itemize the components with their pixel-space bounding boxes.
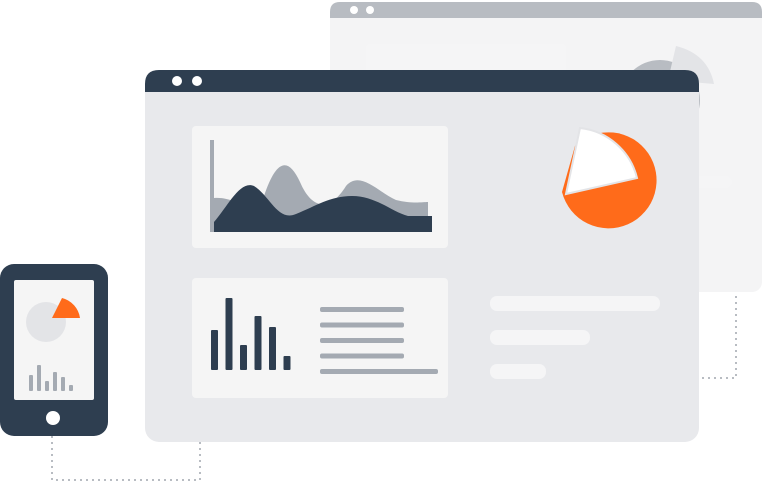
text-line xyxy=(320,353,404,359)
chart-bar xyxy=(225,298,233,370)
back-window-titlebar xyxy=(330,2,762,18)
phone-chart-bar xyxy=(61,377,65,391)
window-control-dots-icon xyxy=(172,76,182,86)
text-line xyxy=(320,338,404,343)
dashboard-illustration xyxy=(0,2,762,481)
text-line xyxy=(320,322,404,328)
phone-chart-bar xyxy=(45,381,49,391)
chart-bar xyxy=(211,330,218,370)
mobile-phone xyxy=(0,264,108,436)
phone-chart-bar xyxy=(29,375,33,391)
chart-bar xyxy=(269,327,276,370)
chart-bar xyxy=(240,345,247,370)
main-window-titlebar xyxy=(145,70,699,92)
text-line xyxy=(320,307,404,312)
window-control-dots-icon xyxy=(350,6,358,14)
area-chart-y-axis xyxy=(210,140,214,232)
illustration-stage xyxy=(0,0,762,482)
connector-back-window xyxy=(700,290,737,379)
chart-bar xyxy=(283,356,291,370)
placeholder-bar xyxy=(490,296,660,311)
placeholder-bar xyxy=(490,364,546,379)
bar-chart-panel xyxy=(192,278,448,398)
home-button-icon xyxy=(46,411,60,425)
window-control-dots-icon xyxy=(192,76,202,86)
chart-bar xyxy=(254,316,262,370)
phone-chart-bar xyxy=(53,372,57,391)
area-chart-panel xyxy=(192,126,448,248)
phone-chart-bar xyxy=(69,385,73,391)
text-line xyxy=(320,369,438,374)
main-browser-window xyxy=(145,70,699,442)
placeholder-bar xyxy=(490,330,590,345)
window-control-dots-icon xyxy=(366,6,374,14)
phone-chart-bar xyxy=(37,365,41,391)
connector-phone xyxy=(51,436,201,481)
